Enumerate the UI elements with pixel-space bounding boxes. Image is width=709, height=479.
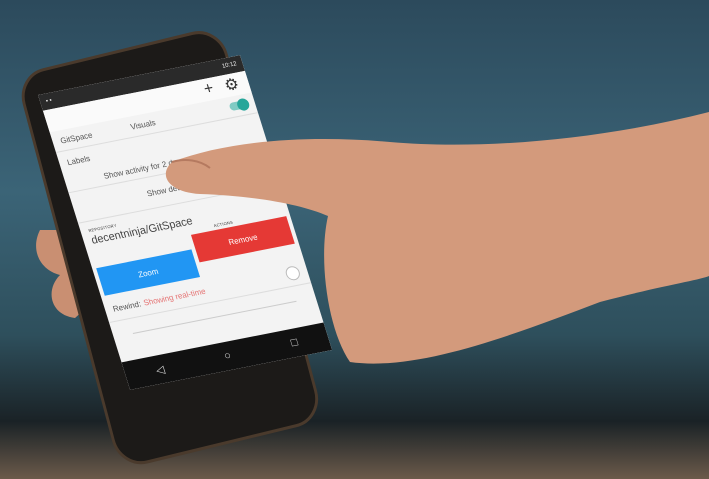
photo-scene: ▪ ▪ 10:12 + ⚙ GitSpace Visuals Labels Sh… [0,0,709,479]
hand [165,112,709,364]
